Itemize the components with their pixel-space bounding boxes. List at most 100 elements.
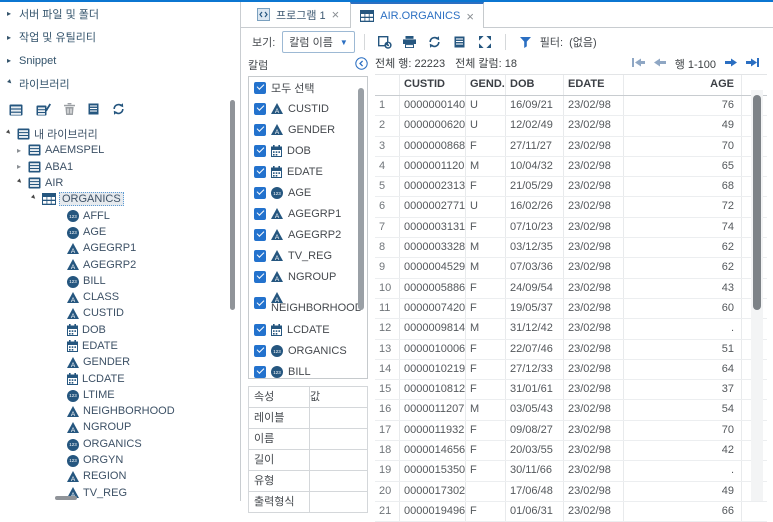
table-row[interactable]: 6 0000002771 U 16/02/26 23/02/98 72	[375, 197, 767, 218]
tree-item-custid[interactable]: A CUSTID	[0, 305, 240, 321]
collapsed-caret-icon[interactable]: ▸	[7, 9, 19, 18]
table-row[interactable]: 15 0000010812 F 31/01/61 23/02/98 37	[375, 380, 767, 401]
checkbox-checked[interactable]	[254, 207, 266, 220]
grid-column-header[interactable]: CUSTID	[400, 75, 466, 95]
select-all-row[interactable]: 모두 선택	[249, 77, 367, 98]
table-row[interactable]: 20 0000017302 17/06/48 23/02/98 49	[375, 481, 767, 502]
filter-value[interactable]: (없음)	[569, 34, 597, 50]
column-checkbox-row[interactable]: DOB	[249, 140, 367, 161]
tree-item-air[interactable]: ▸ AIR	[0, 175, 240, 191]
table-row[interactable]: 12 0000009814 M 31/12/42 23/02/98.	[375, 319, 767, 340]
refresh-icon[interactable]	[424, 32, 446, 52]
table-row[interactable]: 8 0000003328 M 03/12/35 23/02/98 62	[375, 238, 767, 259]
checkbox-checked[interactable]	[254, 123, 266, 136]
grid-column-header[interactable]: AGE	[624, 75, 742, 95]
table-row[interactable]: 18 0000014656 F 20/03/55 23/02/98 42	[375, 441, 767, 462]
checkbox-checked[interactable]	[254, 344, 266, 357]
checkbox-checked[interactable]	[254, 102, 266, 115]
tree-item-organics[interactable]: ▸ ORGANICS	[0, 191, 240, 207]
tree-item-agegrp2[interactable]: A AGEGRP2	[0, 256, 240, 272]
tree-item--[interactable]: ▸ 내 라이브러리	[0, 126, 240, 142]
tree-item-aba1[interactable]: ▸ ABA1	[0, 159, 240, 175]
column-checkbox-row[interactable]: A GENDER	[249, 119, 367, 140]
tree-item-aaemspel[interactable]: ▸ AAEMSPEL	[0, 142, 240, 158]
tree-item-neighborhood[interactable]: A NEIGHBORHOOD	[0, 403, 240, 419]
table-row[interactable]: 16 0000011207 M 03/05/43 23/02/98 54	[375, 400, 767, 421]
sidebar-item-server-files[interactable]: ▸ 서버 파일 및 폴더	[0, 2, 240, 26]
column-checkbox-row[interactable]: A NEIGHBORHOOD	[249, 287, 367, 319]
view-mode-select[interactable]: 칼럼 이름 ▼	[282, 31, 355, 53]
tab-air-organics[interactable]: AIR.ORGANICS ×	[350, 2, 484, 28]
next-page-icon[interactable]	[725, 57, 737, 71]
tree-item-dob[interactable]: DOB	[0, 322, 240, 338]
tree-item-tv-reg[interactable]: ATV_REG	[0, 485, 240, 501]
table-row[interactable]: 4 0000001120 M 10/04/32 23/02/98 65	[375, 156, 767, 178]
tree-item-class[interactable]: A CLASS	[0, 289, 240, 305]
tree-item-edate[interactable]: EDATE	[0, 338, 240, 354]
table-row[interactable]: 7 0000003131 F 07/10/23 23/02/98 74	[375, 217, 767, 239]
tree-item-gender[interactable]: A GENDER	[0, 354, 240, 370]
collapsed-caret-icon[interactable]: ▸	[7, 33, 19, 42]
columns-list-scrollbar[interactable]	[358, 88, 364, 310]
sidebar-item-snippets[interactable]: ▸ Snippet	[0, 49, 240, 73]
tree-item-agegrp1[interactable]: A AGEGRP1	[0, 240, 240, 256]
grid-column-header[interactable]: DOB	[506, 75, 564, 95]
properties-icon[interactable]	[449, 32, 471, 52]
checkbox-checked[interactable]	[254, 365, 266, 378]
table-row[interactable]: 17 0000011932 F 09/08/27 23/02/98 70	[375, 420, 767, 442]
table-row[interactable]: 13 0000010006 F 22/07/46 23/02/98 51	[375, 339, 767, 360]
tree-item-age[interactable]: 123 AGE	[0, 224, 240, 240]
print-icon[interactable]	[399, 32, 421, 52]
table-row[interactable]: 14 0000010219 F 27/12/33 23/02/98 64	[375, 359, 767, 381]
table-row[interactable]: 21 0000019496 F 01/06/31 23/02/98 66	[375, 501, 767, 522]
tree-item-ltime[interactable]: 123 LTIME	[0, 387, 240, 403]
tree-item-bill[interactable]: 123 BILL	[0, 273, 240, 289]
collapse-panel-icon[interactable]	[355, 57, 368, 73]
tree-item-region[interactable]: A REGION	[0, 468, 240, 484]
new-library-icon[interactable]	[9, 99, 23, 119]
table-properties-icon[interactable]	[88, 99, 99, 119]
sidebar-item-tasks-utilities[interactable]: ▸ 작업 및 유틸리티	[0, 26, 240, 50]
previous-page-icon[interactable]	[653, 57, 666, 71]
grid-scrollbar-thumb[interactable]	[753, 95, 761, 310]
collapsed-caret-icon[interactable]: ▸	[17, 162, 28, 171]
table-row[interactable]: 5 0000002313 F 21/05/29 23/02/98 68	[375, 177, 767, 198]
maximize-icon[interactable]	[474, 32, 496, 52]
refresh-icon[interactable]	[112, 99, 125, 119]
table-row[interactable]: 9 0000004529 M 07/03/36 23/02/98 62	[375, 258, 767, 279]
collapsed-caret-icon[interactable]: ▸	[7, 56, 19, 65]
column-checkbox-row[interactable]: A AGEGRP2	[249, 224, 367, 245]
column-checkbox-row[interactable]: A TV_REG	[249, 245, 367, 266]
tree-item-lcdate[interactable]: LCDATE	[0, 370, 240, 386]
tree-item-affl[interactable]: 123 AFFL	[0, 207, 240, 223]
checkbox-checked[interactable]	[254, 81, 266, 94]
column-checkbox-row[interactable]: A NGROUP	[249, 266, 367, 287]
sidebar-vertical-scrollbar[interactable]	[230, 100, 235, 310]
column-checkbox-row[interactable]: LCDATE	[249, 319, 367, 340]
sidebar-horizontal-scrollbar[interactable]	[55, 496, 77, 500]
export-icon[interactable]	[374, 32, 396, 52]
grid-column-header[interactable]: GEND...	[466, 75, 506, 95]
tab--1[interactable]: 프로그램 1 ×	[248, 2, 348, 27]
filter-icon[interactable]	[515, 32, 537, 52]
close-icon[interactable]: ×	[332, 8, 340, 21]
checkbox-checked[interactable]	[254, 165, 266, 178]
table-row[interactable]: 2 0000000620 U 12/02/49 23/02/98 49	[375, 116, 767, 137]
column-checkbox-row[interactable]: EDATE	[249, 161, 367, 182]
checkbox-checked[interactable]	[254, 270, 266, 283]
table-row[interactable]: 10 0000005886 F 24/09/54 23/02/98 43	[375, 278, 767, 299]
close-icon[interactable]: ×	[466, 10, 474, 23]
assign-library-icon[interactable]	[36, 99, 51, 119]
table-row[interactable]: 19 0000015350 F 30/11/66 23/02/98.	[375, 461, 767, 482]
table-row[interactable]: 3 0000000868 F 27/11/27 23/02/98 70	[375, 136, 767, 157]
first-page-icon[interactable]	[631, 57, 645, 71]
tree-item-ngroup[interactable]: A NGROUP	[0, 419, 240, 435]
collapsed-caret-icon[interactable]: ▸	[17, 146, 28, 155]
sidebar-item-libraries[interactable]: ▸ 라이브러리	[0, 73, 240, 97]
checkbox-checked[interactable]	[254, 186, 266, 199]
column-checkbox-row[interactable]: A CUSTID	[249, 98, 367, 119]
grid-column-header[interactable]: EDATE	[564, 75, 624, 95]
tree-item-organics[interactable]: 123 ORGANICS	[0, 436, 240, 452]
table-row[interactable]: 1 0000000140 U 16/09/21 23/02/98 76	[375, 96, 767, 117]
checkbox-checked[interactable]	[254, 323, 266, 336]
